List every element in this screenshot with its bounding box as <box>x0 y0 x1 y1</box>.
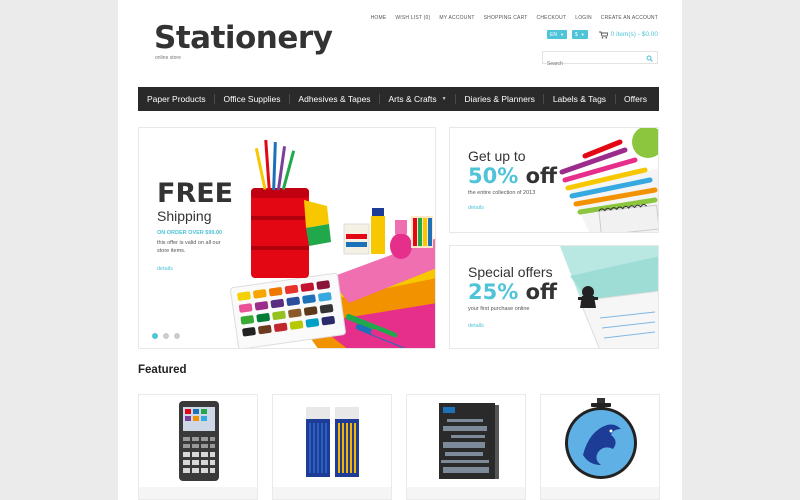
nav-divider <box>543 94 545 104</box>
promo-banner-25-off[interactable]: Special offers 25% off your first purcha… <box>449 245 659 349</box>
slider-dot-active[interactable] <box>152 333 158 339</box>
nav-divider <box>214 94 216 104</box>
nav-divider <box>379 94 381 104</box>
banner2-off: off <box>525 280 558 304</box>
top-link-wishlist[interactable]: WISH LIST (0) <box>395 15 430 21</box>
banner2-details-link[interactable]: details <box>468 323 557 329</box>
cart-icon <box>598 31 608 39</box>
banner1-description: the entire collection of 2013 <box>468 190 536 196</box>
product-card[interactable] <box>540 394 660 500</box>
top-links: HOME WISH LIST (0) MY ACCOUNT SHOPPING C… <box>371 15 658 21</box>
hero-text: FREE Shipping ON ORDER OVER $99.00 this … <box>157 178 234 273</box>
chevron-down-icon: ▼ <box>441 96 447 102</box>
hero-slider[interactable]: FREE Shipping ON ORDER OVER $99.00 this … <box>138 127 436 349</box>
currency-value: $ <box>574 31 578 38</box>
nav-item-paper-products[interactable]: Paper Products <box>147 94 206 104</box>
nav-item-label: Arts & Crafts <box>388 94 437 104</box>
top-link-create-account[interactable]: CREATE AN ACCOUNT <box>601 15 658 21</box>
hero-valid-text: this offer is valid on all our store ite… <box>157 240 221 254</box>
top-link-shopping-cart[interactable]: SHOPPING CART <box>484 15 528 21</box>
product-image-book[interactable] <box>407 395 526 500</box>
search-box <box>542 51 658 70</box>
promo-banner-50-off[interactable]: Get up to 50% off the entire collection … <box>449 127 659 233</box>
cart-summary[interactable]: 0 item(s) - $0.00 <box>598 31 658 39</box>
language-select[interactable]: EN ▼ <box>547 30 567 39</box>
search-input[interactable] <box>543 58 643 70</box>
featured-heading: Featured <box>138 364 187 376</box>
product-image-calculator[interactable] <box>139 395 258 500</box>
slider-dot[interactable] <box>163 333 169 339</box>
banner2-pretitle: Special offers <box>468 264 553 280</box>
logo-title: Stationery <box>154 20 333 56</box>
nav-item-label: Offers <box>623 94 647 104</box>
page-container: Stationery online store HOME WISH LIST (… <box>118 0 682 500</box>
product-image-embroidery-hoop[interactable] <box>541 395 660 500</box>
cart-text: 0 item(s) - $0.00 <box>610 31 658 38</box>
product-card[interactable] <box>138 394 258 500</box>
logo[interactable]: Stationery online store <box>154 20 333 61</box>
nav-item-labels-tags[interactable]: Labels & Tags <box>553 94 606 104</box>
slider-dot[interactable] <box>174 333 180 339</box>
banner1-off: off <box>525 164 558 188</box>
nav-item-label: Labels & Tags <box>552 94 607 104</box>
hero-title: FREE <box>157 178 234 209</box>
language-value: EN <box>550 31 557 38</box>
header-controls: EN ▼ $ ▼ 0 item(s) - $0.00 <box>547 30 658 39</box>
main-navigation: Paper Products Office Supplies Adhesives… <box>138 87 659 111</box>
top-link-home[interactable]: HOME <box>371 15 387 21</box>
nav-item-adhesives-tapes[interactable]: Adhesives & Tapes <box>298 94 370 104</box>
slider-pagination <box>152 333 180 339</box>
top-link-checkout[interactable]: CHECKOUT <box>537 15 567 21</box>
product-card-footer <box>273 487 391 499</box>
product-card-footer <box>541 487 659 499</box>
banner2-text: Special offers 25% off your first purcha… <box>468 264 557 329</box>
chevron-down-icon: ▼ <box>559 32 564 37</box>
nav-divider <box>614 94 616 104</box>
banner1-text: Get up to 50% off the entire collection … <box>468 148 557 211</box>
hero-order-text: ON ORDER OVER $99.00 <box>157 230 223 236</box>
top-link-my-account[interactable]: MY ACCOUNT <box>439 15 474 21</box>
currency-select[interactable]: $ ▼ <box>571 30 588 39</box>
banner1-pretitle: Get up to <box>468 148 526 164</box>
nav-divider <box>455 94 457 104</box>
banner1-discount: 50% off <box>468 164 557 188</box>
product-card-footer <box>139 487 257 499</box>
nav-item-arts-crafts[interactable]: Arts & Crafts ▼ <box>388 94 446 104</box>
banner2-discount: 25% off <box>468 280 557 304</box>
nav-item-office-supplies[interactable]: Office Supplies <box>224 94 281 104</box>
nav-item-label: Paper Products <box>147 94 206 104</box>
nav-item-offers[interactable]: Offers <box>624 94 647 104</box>
nav-item-diaries-planners[interactable]: Diaries & Planners <box>465 94 535 104</box>
featured-products <box>138 394 660 500</box>
nav-divider <box>288 94 290 104</box>
product-image-pencil-packs[interactable] <box>273 395 392 500</box>
product-card[interactable] <box>272 394 392 500</box>
banner1-percent: 50% <box>468 164 519 188</box>
banner1-details-link[interactable]: details <box>468 205 557 211</box>
chevron-down-icon: ▼ <box>580 32 585 37</box>
nav-item-label: Office Supplies <box>223 94 281 104</box>
banner2-percent: 25% <box>468 280 519 304</box>
product-card[interactable] <box>406 394 526 500</box>
nav-item-label: Diaries & Planners <box>464 94 535 104</box>
hero-subtitle: Shipping <box>157 208 212 224</box>
hero-details-link[interactable]: details <box>157 266 233 272</box>
product-card-footer <box>407 487 525 499</box>
banner2-description: your first purchase online <box>468 306 530 312</box>
nav-item-label: Adhesives & Tapes <box>298 94 371 104</box>
search-icon[interactable] <box>646 55 653 62</box>
top-link-login[interactable]: LOGIN <box>575 15 592 21</box>
